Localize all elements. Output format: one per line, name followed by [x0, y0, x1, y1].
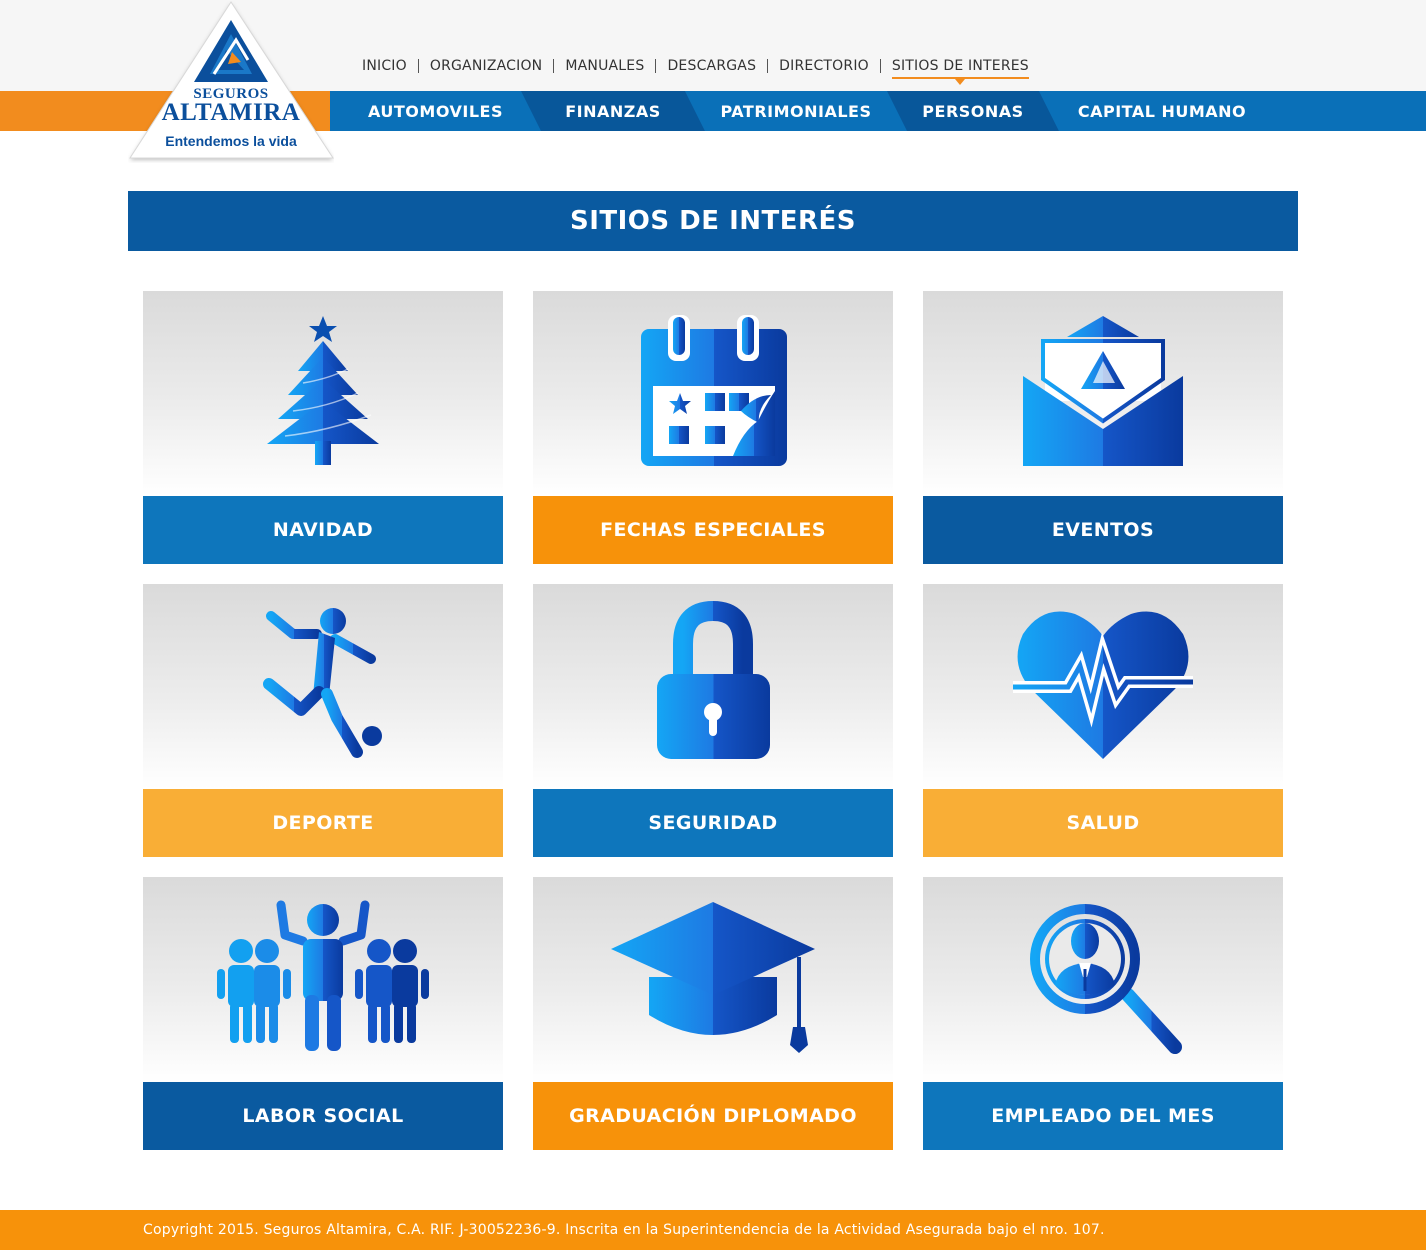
footer: Copyright 2015. Seguros Altamira, C.A. R…: [0, 1210, 1426, 1250]
logo-name-main: ALTAMIRA: [161, 99, 301, 126]
tile-navidad[interactable]: NAVIDAD: [143, 291, 503, 564]
employee-search-icon: [1030, 904, 1182, 1054]
calendar-icon: [641, 315, 787, 466]
tile-image: [533, 877, 893, 1082]
heart-pulse-icon: [1013, 611, 1193, 759]
category-personas[interactable]: PERSONAS: [887, 91, 1059, 131]
category-finanzas[interactable]: FINANZAS: [521, 91, 705, 131]
page-title-banner: SITIOS DE INTERÉS: [128, 191, 1298, 251]
page-title: SITIOS DE INTERÉS: [569, 206, 857, 236]
category-patrimoniales[interactable]: PATRIMONIALES: [685, 91, 907, 131]
tile-image: [923, 877, 1283, 1082]
tile-label: LABOR SOCIAL: [143, 1082, 503, 1150]
logo-tagline: Entendemos la vida: [165, 133, 297, 149]
tile-image: [923, 291, 1283, 496]
nav-link-sitios-de-interes[interactable]: SITIOS DE INTERES: [881, 57, 1040, 85]
nav-link-directorio[interactable]: DIRECTORIO: [768, 57, 880, 75]
category-automoviles[interactable]: AUTOMOVILES: [330, 91, 541, 131]
tile-fechas-especiales[interactable]: FECHAS ESPECIALES: [533, 291, 893, 564]
padlock-icon: [657, 600, 770, 759]
nav-link-inicio[interactable]: INICIO: [351, 57, 418, 75]
nav-link-descargas[interactable]: DESCARGAS: [656, 57, 767, 75]
tile-seguridad[interactable]: SEGURIDAD: [533, 584, 893, 857]
graduation-cap-icon: [611, 902, 815, 1053]
people-group-icon: [217, 900, 429, 1051]
tile-salud[interactable]: SALUD: [923, 584, 1283, 857]
logo[interactable]: SEGUROS ALTAMIRA Entendemos la vida: [128, 0, 334, 163]
footer-copyright: Copyright 2015. Seguros Altamira, C.A. R…: [143, 1222, 1105, 1238]
page: SEGUROS ALTAMIRA Entendemos la vida INIC…: [0, 0, 1426, 1250]
tile-image: [143, 877, 503, 1082]
tile-label: NAVIDAD: [143, 496, 503, 564]
category-nav: AUTOMOVILES FINANZAS PATRIMONIALES PERSO…: [330, 91, 1265, 131]
tile-eventos[interactable]: EVENTOS: [923, 291, 1283, 564]
tile-label: EVENTOS: [923, 496, 1283, 564]
envelope-icon: [1023, 316, 1183, 466]
top-nav: INICIO ORGANIZACION MANUALES DESCARGAS D…: [351, 57, 1040, 85]
nav-link-manuales[interactable]: MANUALES: [554, 57, 655, 75]
tile-label: EMPLEADO DEL MES: [923, 1082, 1283, 1150]
tile-image: [533, 584, 893, 789]
tile-labor-social[interactable]: LABOR SOCIAL: [143, 877, 503, 1150]
tile-image: [923, 584, 1283, 789]
christmas-tree-icon: [267, 316, 379, 465]
nav-link-organizacion[interactable]: ORGANIZACION: [419, 57, 554, 75]
tile-graduacion-diplomado[interactable]: GRADUACIÓN DIPLOMADO: [533, 877, 893, 1150]
tile-deporte[interactable]: DEPORTE: [143, 584, 503, 857]
tile-label: FECHAS ESPECIALES: [533, 496, 893, 564]
soccer-player-icon: [263, 608, 382, 758]
category-capital-humano[interactable]: CAPITAL HUMANO: [1039, 91, 1285, 131]
tile-label: SEGURIDAD: [533, 789, 893, 857]
tile-label: DEPORTE: [143, 789, 503, 857]
tile-image: [533, 291, 893, 496]
tile-label: SALUD: [923, 789, 1283, 857]
tile-label: GRADUACIÓN DIPLOMADO: [533, 1082, 893, 1150]
tile-empleado-del-mes[interactable]: EMPLEADO DEL MES: [923, 877, 1283, 1150]
tile-image: [143, 291, 503, 496]
tile-image: [143, 584, 503, 789]
